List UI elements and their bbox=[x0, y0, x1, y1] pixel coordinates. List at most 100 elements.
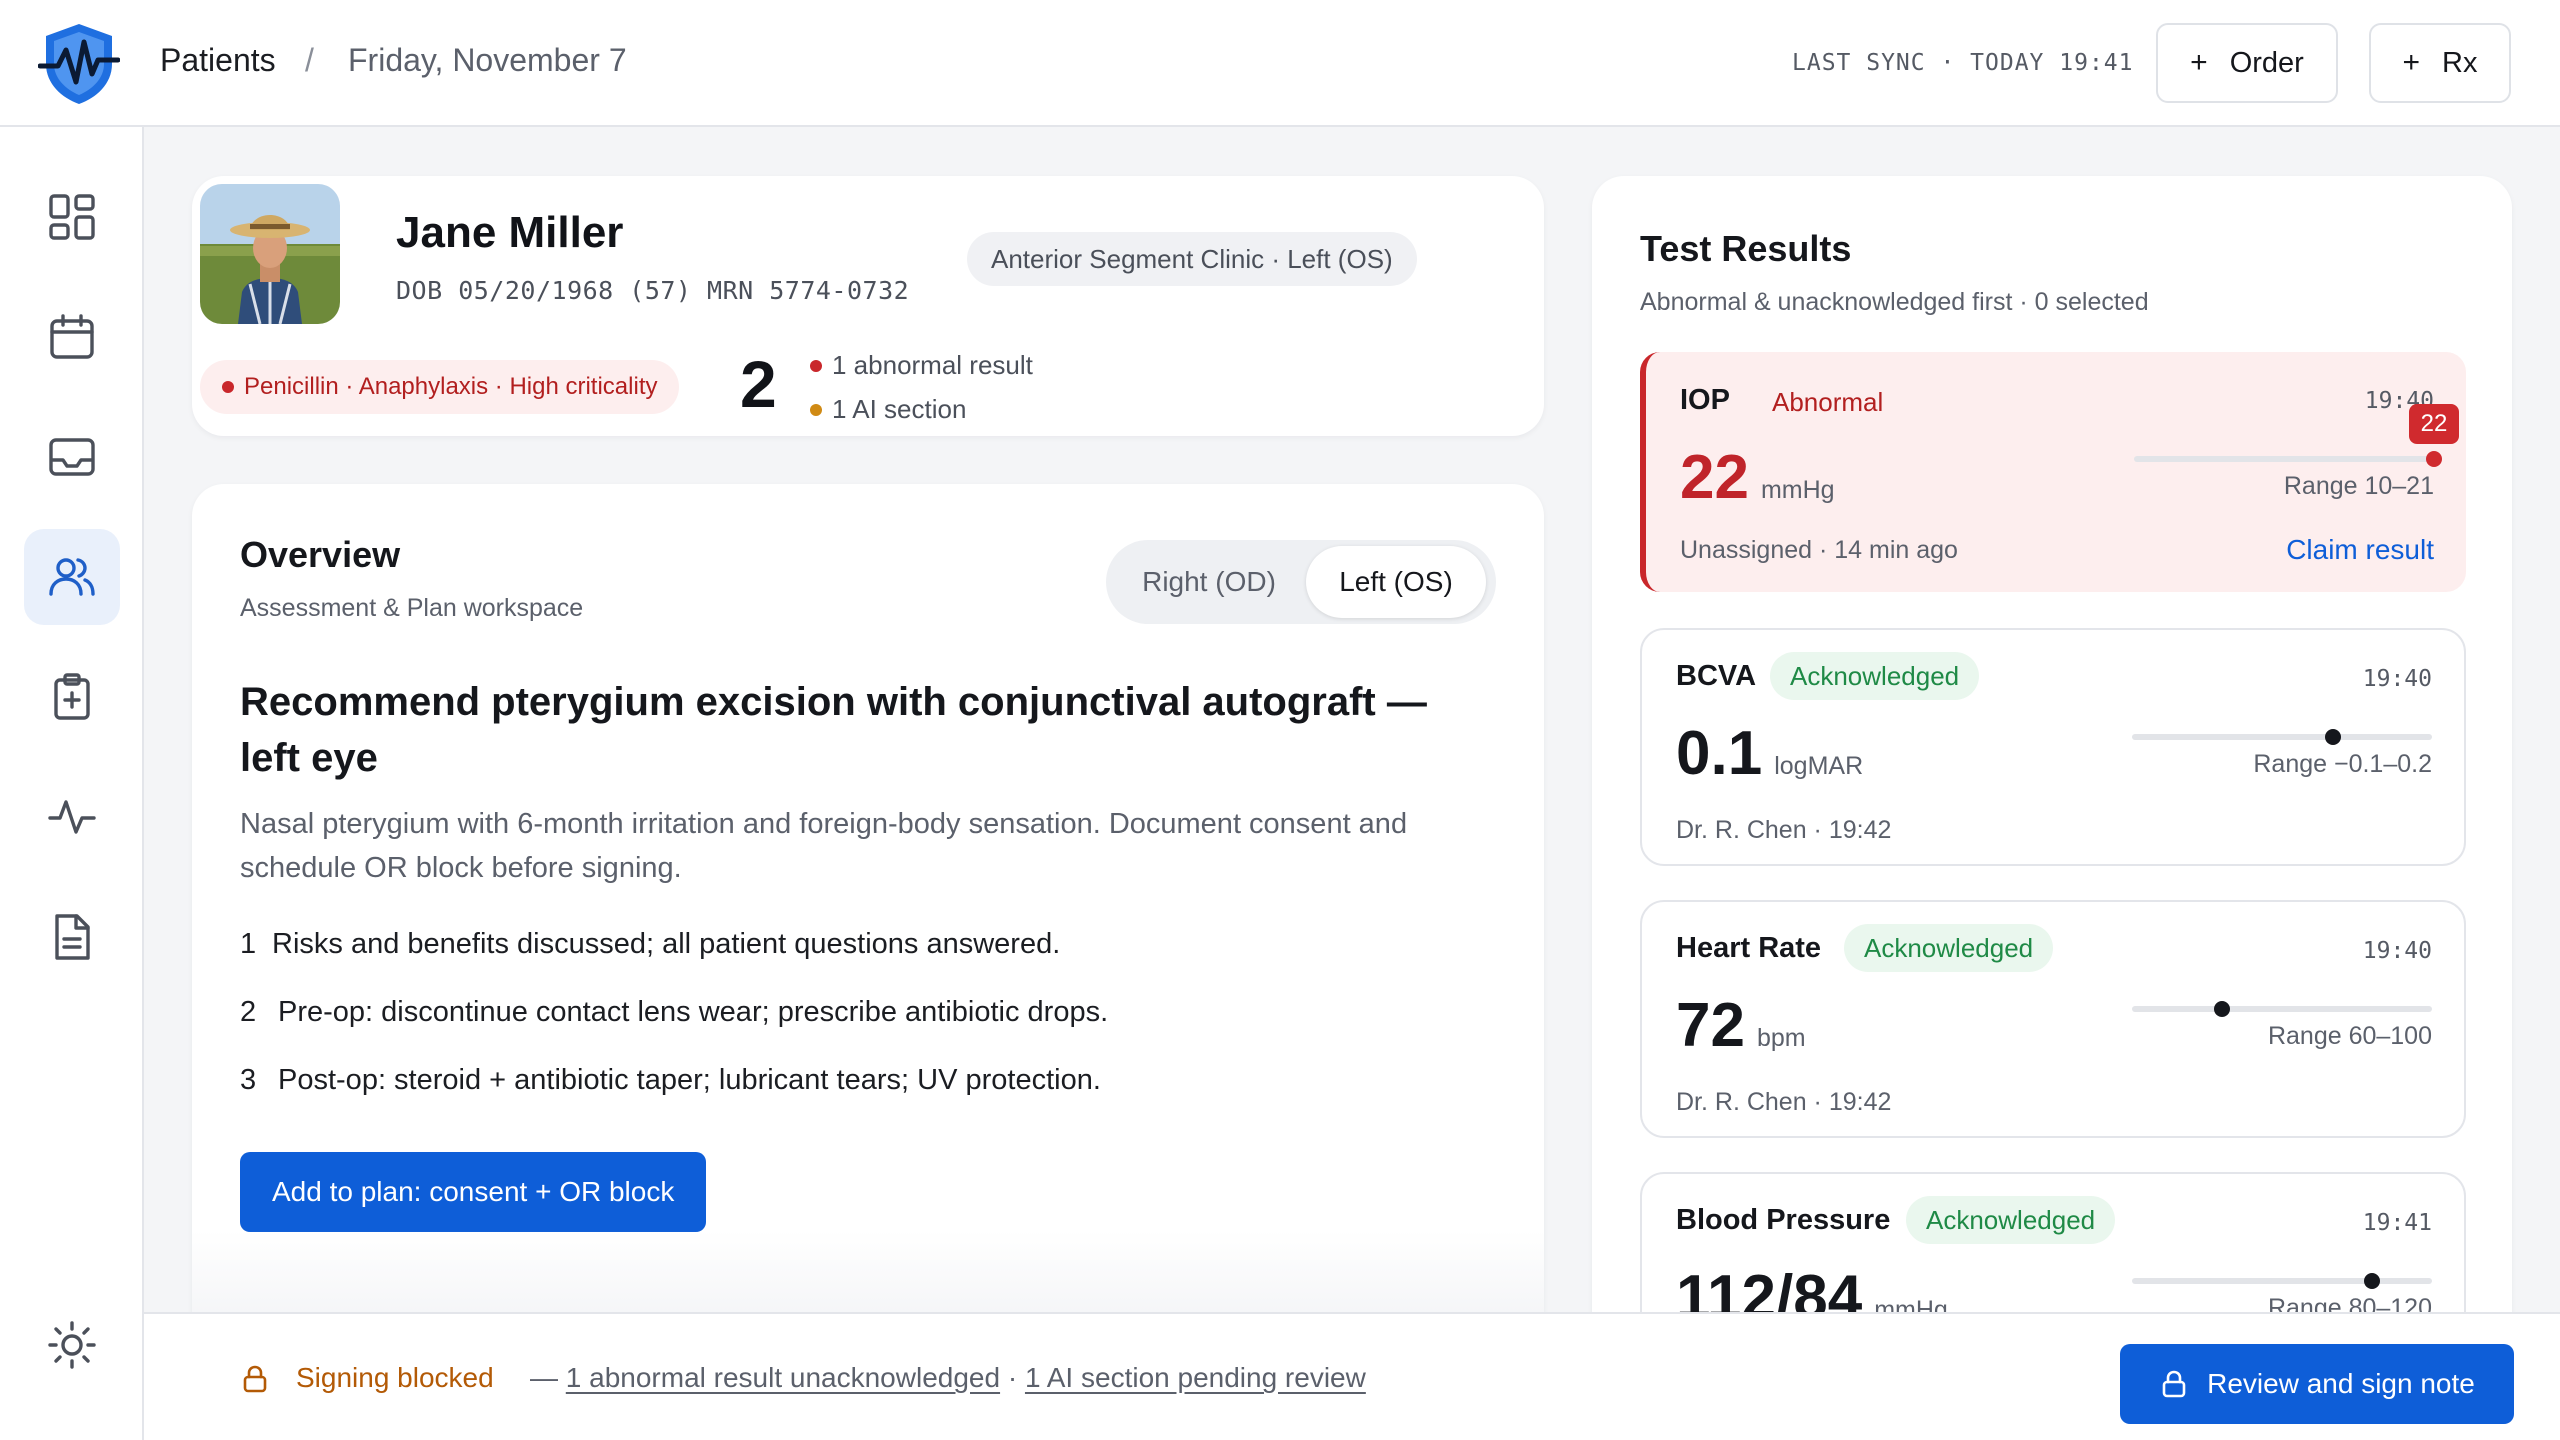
result-unit: logMAR bbox=[1774, 752, 1864, 780]
allergy-dot bbox=[222, 381, 234, 393]
plus-icon: + bbox=[2190, 46, 2208, 79]
result-unit: mmHg bbox=[1760, 476, 1835, 504]
range-track bbox=[2132, 729, 2432, 745]
breadcrumb-separator: / bbox=[305, 42, 314, 78]
breadcrumb-date: Friday, November 7 bbox=[348, 42, 627, 78]
result-range: Range −0.1–0.2 bbox=[2253, 750, 2432, 778]
plan-step-text: Risks and benefits discussed; all patien… bbox=[272, 928, 1061, 960]
plan-step-number: 1 bbox=[240, 928, 257, 960]
activity-icon bbox=[48, 800, 96, 834]
plan-step-number: 2 bbox=[240, 996, 257, 1028]
status-badge: Acknowledged bbox=[1770, 652, 1980, 700]
abnormal-dot bbox=[810, 359, 822, 372]
reasons-dash: — bbox=[530, 1362, 558, 1393]
clinic-context-pill: Anterior Segment Clinic · Left (OS) bbox=[967, 232, 1417, 286]
result-card-heart-rate[interactable]: Heart Rate Acknowledged 19:40 72 bpm Rang… bbox=[1640, 900, 2466, 1138]
sidebar bbox=[0, 127, 144, 1440]
flag-abnormal-result[interactable]: 1 abnormal result bbox=[810, 350, 1033, 381]
sidebar-item-dashboard[interactable] bbox=[24, 169, 120, 265]
sidebar-item-inbox[interactable] bbox=[24, 409, 120, 505]
overview-card: Overview Assessment & Plan workspace Rig… bbox=[192, 484, 1544, 1440]
range-track: 22 bbox=[2134, 404, 2459, 467]
eye-toggle-right[interactable]: Right (OD) bbox=[1114, 546, 1304, 618]
result-time: 19:40 bbox=[2362, 666, 2432, 692]
status-badge: Abnormal bbox=[1772, 386, 1884, 417]
result-range: Range 60–100 bbox=[2267, 1022, 2432, 1050]
sidebar-item-calendar[interactable] bbox=[24, 289, 120, 385]
result-time: 19:41 bbox=[2362, 1210, 2432, 1236]
sun-icon bbox=[48, 1321, 96, 1369]
document-icon bbox=[55, 914, 90, 960]
result-meta: Unassigned · 14 min ago bbox=[1680, 536, 1958, 564]
recommendation-description: Nasal pterygium with 6-month irritation … bbox=[240, 808, 1408, 884]
theme-toggle-button[interactable] bbox=[24, 1297, 120, 1393]
result-value: 0.1 logMAR bbox=[1676, 718, 1863, 789]
allergy-label: Penicillin · Anaphylaxis · High critical… bbox=[244, 373, 658, 400]
new-order-button[interactable]: + Order bbox=[2156, 23, 2338, 103]
overview-title: Overview bbox=[240, 534, 401, 575]
range-flag: 22 bbox=[2409, 404, 2459, 444]
logo-icon[interactable] bbox=[38, 20, 120, 106]
allergy-badge[interactable]: Penicillin · Anaphylaxis · High critical… bbox=[200, 360, 680, 414]
plan-step-number: 3 bbox=[240, 1064, 257, 1096]
range-track bbox=[2132, 1001, 2432, 1017]
test-results-card: Test Results Abnormal & unacknowledged f… bbox=[1592, 176, 2512, 1440]
lock-icon bbox=[2162, 1370, 2186, 1398]
eye-toggle: Right (OD) Left (OS) bbox=[1106, 540, 1496, 624]
signing-blocked-label: Signing blocked bbox=[296, 1362, 494, 1393]
patient-photo bbox=[200, 184, 340, 324]
signing-blocked-reasons: — 1 abnormal result unacknowledged · 1 A… bbox=[530, 1362, 1366, 1394]
status-badge: Acknowledged bbox=[1906, 1196, 2116, 1244]
result-unit: bpm bbox=[1756, 1024, 1806, 1052]
patient-dob-mrn: DOB 05/20/1968 (57) MRN 5774-0732 bbox=[396, 276, 910, 305]
sidebar-item-patients[interactable] bbox=[24, 529, 120, 625]
plan-step-text: Pre-op: discontinue contact lens wear; p… bbox=[278, 996, 1109, 1028]
eye-toggle-left[interactable]: Left (OS) bbox=[1306, 546, 1486, 618]
result-card-bcva[interactable]: BCVA Acknowledged 19:40 0.1 logMAR Range … bbox=[1640, 628, 2466, 866]
result-value: 22 mmHg bbox=[1680, 442, 1835, 513]
sidebar-item-orders[interactable] bbox=[24, 649, 120, 745]
open-flags-count: 2 bbox=[740, 347, 777, 421]
pending-ai-review-link[interactable]: 1 AI section pending review bbox=[1025, 1362, 1366, 1393]
new-order-label: Order bbox=[2229, 46, 2304, 79]
lock-icon bbox=[243, 1365, 267, 1393]
sidebar-item-vitals[interactable] bbox=[24, 769, 120, 865]
clipboard-plus-icon bbox=[54, 673, 90, 720]
signing-status-bar: Signing blocked — 1 abnormal result unac… bbox=[144, 1312, 2560, 1440]
add-to-plan-button[interactable]: Add to plan: consent + OR block bbox=[240, 1152, 707, 1232]
new-rx-label: Rx bbox=[2442, 46, 2478, 79]
flag-abnormal-label: 1 abnormal result bbox=[832, 350, 1033, 380]
result-value-number: 72 bbox=[1676, 991, 1745, 1060]
range-marker bbox=[2364, 1273, 2380, 1289]
range-marker bbox=[2214, 1001, 2230, 1017]
review-and-sign-button[interactable]: Review and sign note bbox=[2120, 1344, 2514, 1424]
result-range: Range 10–21 bbox=[2283, 472, 2434, 500]
dashboard-icon bbox=[49, 194, 95, 240]
result-meta: Dr. R. Chen · 19:42 bbox=[1676, 1088, 1892, 1116]
sidebar-item-notes[interactable] bbox=[24, 889, 120, 985]
flag-ai-section[interactable]: 1 AI section bbox=[810, 394, 966, 425]
patient-name: Jane Miller bbox=[396, 208, 624, 257]
result-value-number: 0.1 bbox=[1676, 719, 1763, 788]
flag-ai-label: 1 AI section bbox=[832, 394, 967, 424]
claim-result-link[interactable]: Claim result bbox=[2286, 534, 2434, 566]
unacknowledged-result-link[interactable]: 1 abnormal result unacknowledged bbox=[566, 1362, 1000, 1393]
plan-step: 2 Pre-op: discontinue contact lens wear; … bbox=[240, 996, 1108, 1029]
patient-summary-card: Jane Miller DOB 05/20/1968 (57) MRN 5774… bbox=[192, 176, 1544, 436]
users-icon bbox=[49, 558, 95, 596]
plan-step-text: Post-op: steroid + antibiotic taper; lub… bbox=[278, 1064, 1101, 1096]
range-marker bbox=[2426, 451, 2442, 467]
result-name: BCVA bbox=[1676, 660, 1757, 692]
result-card-iop[interactable]: IOP Abnormal 19:40 22 22 mmHg Range 10–21… bbox=[1640, 352, 2466, 592]
result-name: IOP bbox=[1680, 384, 1730, 416]
plan-step: 1 Risks and benefits discussed; all patie… bbox=[240, 928, 1060, 961]
plus-icon: + bbox=[2402, 46, 2421, 79]
result-meta: Dr. R. Chen · 19:42 bbox=[1676, 816, 1892, 844]
range-track bbox=[2132, 1273, 2432, 1289]
test-results-subtitle: Abnormal & unacknowledged first · 0 sele… bbox=[1640, 288, 2149, 316]
new-rx-button[interactable]: + Rx bbox=[2369, 23, 2511, 103]
status-badge: Acknowledged bbox=[1844, 924, 2054, 972]
review-and-sign-label: Review and sign note bbox=[2207, 1368, 2475, 1399]
inbox-icon bbox=[49, 438, 95, 476]
breadcrumb-patients[interactable]: Patients bbox=[160, 42, 276, 79]
